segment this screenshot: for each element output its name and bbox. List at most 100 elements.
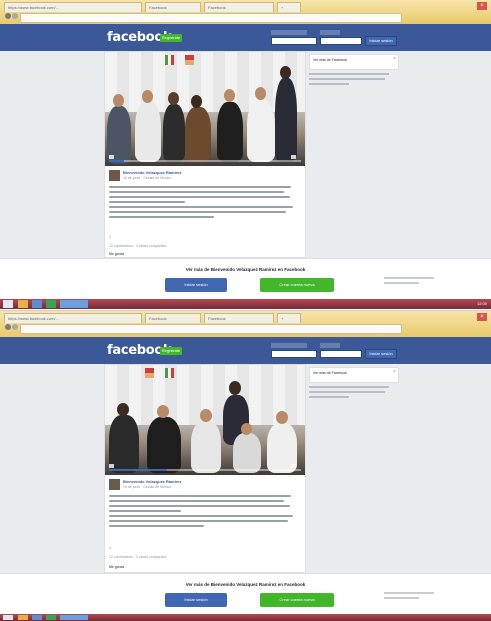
- close-icon[interactable]: ×: [477, 2, 487, 10]
- taskbar: 12:00: [0, 299, 491, 309]
- back-icon[interactable]: [5, 13, 11, 19]
- post-card: Bienvenido Velazquez Ramirez 10 de junio…: [104, 51, 306, 258]
- active-window-tab[interactable]: [60, 300, 88, 308]
- person-figure: [163, 104, 185, 162]
- login-button[interactable]: Iniciar sesión: [165, 278, 227, 292]
- browser-tab[interactable]: Facebook: [204, 313, 274, 323]
- flag-banner: [165, 368, 174, 378]
- forward-icon[interactable]: [12, 13, 18, 19]
- browser-tabstrip: https://www.facebook.com/... Facebook Fa…: [4, 2, 301, 12]
- create-account-button[interactable]: Crear cuenta nueva: [260, 278, 334, 292]
- prompt-text: Ver más de Bienvenido Velazquez Ramirez …: [185, 267, 306, 272]
- password-field[interactable]: [320, 37, 362, 45]
- fullscreen-icon[interactable]: [291, 155, 296, 159]
- person-head: [229, 381, 241, 395]
- screenshot-top: https://www.facebook.com/... Facebook Fa…: [0, 0, 491, 310]
- comment-count[interactable]: 12 comentarios · 3 veces compartido: [109, 244, 166, 248]
- person-figure: [147, 417, 181, 473]
- person-head: [168, 92, 179, 105]
- password-field[interactable]: [320, 350, 362, 358]
- close-icon[interactable]: ×: [393, 56, 396, 62]
- email-field[interactable]: [271, 37, 317, 45]
- avatar[interactable]: [109, 479, 120, 490]
- login-prompt: Ver más de Bienvenido Velazquez Ramirez …: [0, 573, 491, 614]
- side-text-line: [309, 386, 389, 388]
- person-head: [117, 403, 129, 416]
- close-icon[interactable]: ×: [393, 369, 396, 375]
- avatar[interactable]: [109, 170, 120, 181]
- register-button[interactable]: Regístrate: [160, 347, 182, 355]
- video-progress-bar[interactable]: [109, 160, 301, 162]
- register-button[interactable]: Regístrate: [160, 34, 182, 42]
- author-name[interactable]: Bienvenido Velazquez Ramirez: [123, 479, 181, 484]
- text-line: [109, 191, 284, 193]
- login-button[interactable]: Iniciar sesión: [165, 593, 227, 607]
- header-login-button[interactable]: Iniciar sesión: [365, 349, 397, 359]
- close-icon[interactable]: ×: [477, 313, 487, 321]
- flag-banner: [145, 368, 154, 378]
- play-icon[interactable]: [109, 464, 114, 468]
- back-icon[interactable]: [5, 324, 11, 330]
- email-field[interactable]: [271, 350, 317, 358]
- side-notice: Ver más de Facebook ×: [309, 367, 399, 383]
- folder-icon[interactable]: [18, 300, 28, 308]
- text-line: [109, 525, 204, 527]
- prompt-side-links: [384, 592, 434, 602]
- person-head: [224, 89, 235, 102]
- reaction-count[interactable]: 3: [109, 546, 111, 550]
- facebook-header: facebook Regístrate Iniciar sesión: [0, 24, 491, 51]
- create-account-button[interactable]: Crear cuenta nueva: [260, 593, 334, 607]
- app-icon[interactable]: [46, 300, 56, 308]
- post-meta: 10 de junio · Ciudad de México: [123, 176, 172, 180]
- password-caption: [320, 30, 340, 35]
- folder-icon[interactable]: [18, 615, 28, 620]
- post-header: Bienvenido Velazquez Ramirez 10 de junio…: [109, 479, 301, 493]
- forward-icon[interactable]: [12, 324, 18, 330]
- browser-tab[interactable]: Facebook: [145, 2, 201, 12]
- text-line: [109, 495, 292, 497]
- new-tab-button[interactable]: +: [277, 2, 301, 12]
- video-player[interactable]: [105, 365, 305, 475]
- facebook-header: facebook Regístrate Iniciar sesión: [0, 337, 491, 364]
- start-icon[interactable]: [3, 615, 13, 620]
- text-line: [109, 216, 214, 218]
- browser-icon[interactable]: [32, 300, 42, 308]
- browser-tab[interactable]: Facebook: [204, 2, 274, 12]
- header-login-button[interactable]: Iniciar sesión: [365, 36, 397, 46]
- post-meta: 10 de junio · Ciudad de México: [123, 485, 172, 489]
- play-icon[interactable]: [109, 155, 114, 159]
- browser-tab[interactable]: https://www.facebook.com/...: [4, 2, 142, 12]
- browser-tab[interactable]: Facebook: [145, 313, 201, 323]
- active-window-tab[interactable]: [60, 615, 88, 620]
- browser-tab[interactable]: https://www.facebook.com/...: [4, 313, 142, 323]
- password-caption: [320, 343, 340, 348]
- video-progress-bar[interactable]: [109, 469, 301, 471]
- start-icon[interactable]: [3, 300, 13, 308]
- comment-count[interactable]: 12 comentarios · 3 veces compartido: [109, 555, 166, 559]
- reaction-count[interactable]: 3: [109, 235, 111, 239]
- side-text-line: [309, 396, 349, 398]
- person-head: [142, 90, 153, 103]
- person-head: [276, 411, 288, 424]
- email-caption: [271, 30, 307, 35]
- person-head: [191, 95, 202, 108]
- app-icon[interactable]: [46, 615, 56, 620]
- person-head: [255, 87, 266, 100]
- address-bar[interactable]: [20, 13, 402, 23]
- taskbar: [0, 614, 491, 621]
- screenshot-bottom: https://www.facebook.com/... Facebook Fa…: [0, 311, 491, 621]
- address-bar[interactable]: [20, 324, 402, 334]
- fullscreen-icon[interactable]: [291, 464, 296, 468]
- author-name[interactable]: Bienvenido Velazquez Ramirez: [123, 170, 181, 175]
- text-line: [109, 520, 288, 522]
- like-button[interactable]: Me gusta: [109, 565, 124, 569]
- post-card: Bienvenido Velazquez Ramirez 10 de junio…: [104, 364, 306, 573]
- video-player[interactable]: [105, 52, 305, 166]
- new-tab-button[interactable]: +: [277, 313, 301, 323]
- person-head: [280, 66, 291, 79]
- browser-tabstrip: https://www.facebook.com/... Facebook Fa…: [4, 313, 301, 323]
- like-button[interactable]: Me gusta: [109, 252, 124, 256]
- person-head: [113, 94, 124, 107]
- browser-chrome: https://www.facebook.com/... Facebook Fa…: [0, 0, 491, 24]
- browser-icon[interactable]: [32, 615, 42, 620]
